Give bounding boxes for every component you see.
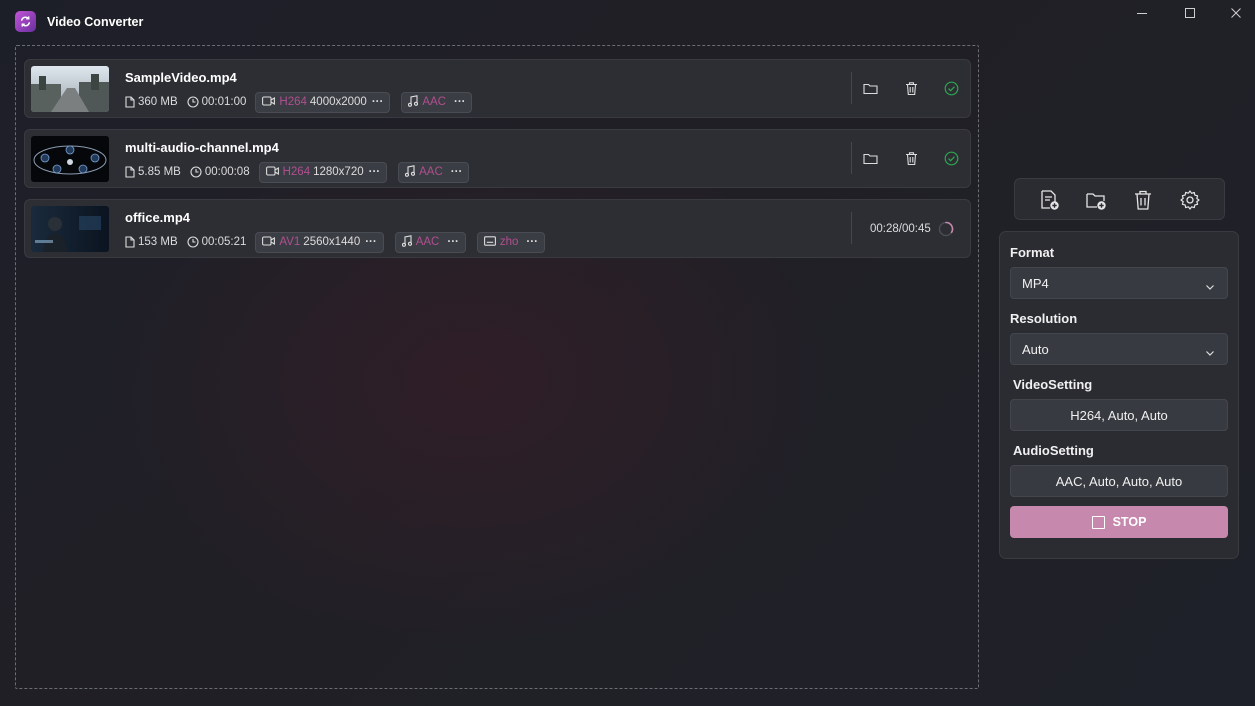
video-resolution: 2560x1440 <box>303 236 361 248</box>
clock-icon <box>187 96 199 108</box>
clock-icon <box>187 236 199 248</box>
video-codec: H264 <box>279 96 307 108</box>
completed-check-icon <box>941 78 961 98</box>
action-toolbar <box>1014 178 1225 220</box>
video-stream-chip[interactable]: H264 4000x2000 ··· <box>255 91 391 113</box>
subtitle-stream-chip[interactable]: zho ··· <box>476 231 545 253</box>
title-bar: Video Converter <box>0 0 1255 44</box>
resolution-value: Auto <box>1022 342 1049 357</box>
more-icon: ··· <box>371 96 384 108</box>
file-size: 153 MB <box>138 236 178 248</box>
resolution-label: Resolution <box>1010 311 1078 326</box>
video-camera-icon <box>265 165 279 179</box>
more-icon: ··· <box>365 236 377 248</box>
settings-gear-button[interactable] <box>1178 188 1202 212</box>
audio-stream-chip[interactable]: AAC ··· <box>398 161 470 183</box>
file-icon <box>125 236 135 248</box>
audio-stream-chip[interactable]: AAC ··· <box>394 231 466 253</box>
close-button[interactable] <box>1226 5 1246 21</box>
file-row[interactable]: multi-audio-channel.mp4 5.85 MB 00:00:08… <box>24 129 971 188</box>
clock-icon <box>190 166 202 178</box>
audio-codec: AAC <box>415 236 440 248</box>
subtitle-icon <box>483 235 496 249</box>
video-thumbnail <box>31 66 109 112</box>
minimize-button[interactable] <box>1132 5 1152 21</box>
divider <box>851 142 852 174</box>
audio-codec: AAC <box>419 166 443 178</box>
chevron-down-icon <box>1205 345 1215 360</box>
music-note-icon <box>401 234 412 250</box>
audio-setting-button[interactable]: AAC, Auto, Auto, Auto <box>1010 465 1228 497</box>
more-icon: ··· <box>368 166 381 178</box>
format-label: Format <box>1010 245 1055 260</box>
video-stream-chip[interactable]: H264 1280x720 ··· <box>258 161 388 183</box>
music-note-icon <box>408 94 419 110</box>
conversion-progress: 00:28/00:45 <box>870 223 931 235</box>
video-camera-icon <box>262 95 276 109</box>
file-meta: 153 MB 00:05:21 AV1 2560x1440 ··· AAC ··· z… <box>125 231 556 253</box>
file-meta: 5.85 MB 00:00:08 H264 1280x720 ··· AAC ··· <box>125 161 480 183</box>
delete-file-button[interactable] <box>901 78 921 98</box>
video-setting-button[interactable]: H264, Auto, Auto <box>1010 399 1228 431</box>
file-duration: 00:01:00 <box>201 96 247 108</box>
video-thumbnail <box>31 206 109 252</box>
audio-stream-chip[interactable]: AAC ··· <box>401 91 473 113</box>
more-icon: ··· <box>526 236 538 248</box>
stop-icon <box>1091 515 1105 529</box>
open-folder-button[interactable] <box>860 78 880 98</box>
maximize-button[interactable] <box>1180 5 1200 21</box>
more-icon: ··· <box>450 166 463 178</box>
resolution-dropdown[interactable]: Auto <box>1010 333 1228 365</box>
divider <box>851 212 852 244</box>
app-title: Video Converter <box>47 15 144 29</box>
file-icon <box>125 96 135 108</box>
file-row[interactable]: SampleVideo.mp4 360 MB 00:01:00 H264 4000… <box>24 59 971 118</box>
clear-all-button[interactable] <box>1131 188 1155 212</box>
settings-panel: Format MP4 Resolution Auto VideoSetting … <box>999 231 1239 559</box>
file-row[interactable]: office.mp4 153 MB 00:05:21 AV1 2560x1440 ·… <box>24 199 971 258</box>
video-stream-chip[interactable]: AV1 2560x1440 ··· <box>255 231 384 253</box>
audio-codec: AAC <box>422 96 446 108</box>
file-name: office.mp4 <box>125 210 191 225</box>
file-name: SampleVideo.mp4 <box>125 70 237 85</box>
completed-check-icon <box>941 148 961 168</box>
subtitle-language: zho <box>499 236 519 248</box>
video-setting-label: VideoSetting <box>1013 377 1093 392</box>
delete-file-button[interactable] <box>901 148 921 168</box>
music-note-icon <box>405 164 416 180</box>
file-duration: 00:00:08 <box>204 166 250 178</box>
format-dropdown[interactable]: MP4 <box>1010 267 1228 299</box>
more-icon: ··· <box>453 96 466 108</box>
format-value: MP4 <box>1022 276 1049 291</box>
file-size: 5.85 MB <box>138 166 181 178</box>
app-logo-icon <box>15 11 36 32</box>
video-resolution: 1280x720 <box>313 166 364 178</box>
file-icon <box>125 166 135 178</box>
video-camera-icon <box>262 235 276 249</box>
stop-button[interactable]: STOP <box>1010 506 1228 538</box>
file-size: 360 MB <box>138 96 178 108</box>
add-file-button[interactable] <box>1037 188 1061 212</box>
video-codec: H264 <box>282 166 311 178</box>
chevron-down-icon <box>1205 279 1215 294</box>
file-name: multi-audio-channel.mp4 <box>125 140 279 155</box>
file-meta: 360 MB 00:01:00 H264 4000x2000 ··· AAC ··· <box>125 91 483 113</box>
add-folder-button[interactable] <box>1084 188 1108 212</box>
video-thumbnail <box>31 136 109 182</box>
audio-setting-label: AudioSetting <box>1013 443 1094 458</box>
stop-label: STOP <box>1112 515 1147 529</box>
video-codec: AV1 <box>279 236 301 248</box>
file-duration: 00:05:21 <box>201 236 247 248</box>
open-folder-button[interactable] <box>860 148 880 168</box>
more-icon: ··· <box>447 236 459 248</box>
divider <box>851 72 852 104</box>
video-resolution: 4000x2000 <box>309 96 367 108</box>
loading-spinner-icon <box>938 221 954 242</box>
